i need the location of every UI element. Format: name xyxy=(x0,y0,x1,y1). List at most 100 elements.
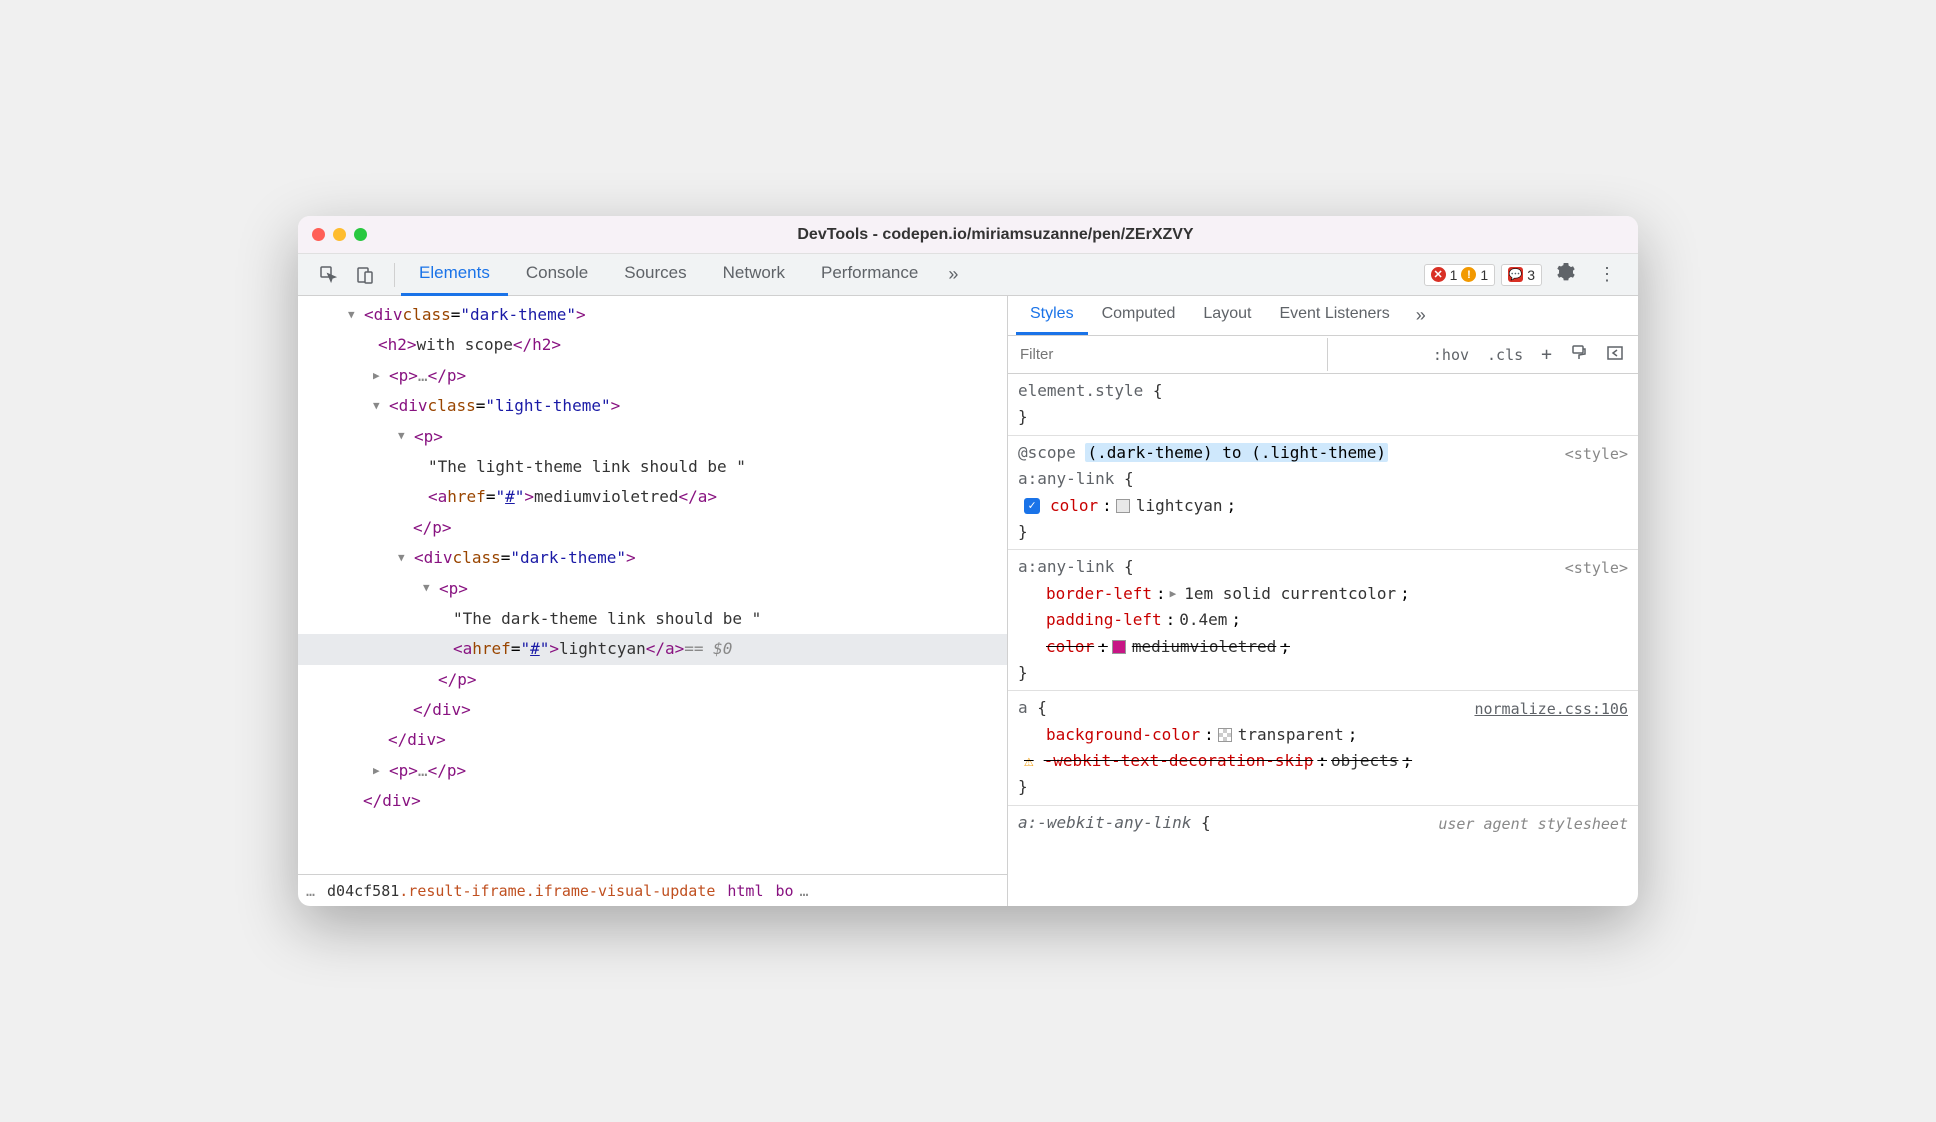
tab-event-listeners[interactable]: Event Listeners xyxy=(1265,296,1403,335)
dom-node[interactable]: ▼<p> xyxy=(298,422,1007,452)
selector: a:any-link xyxy=(1018,469,1114,488)
collapsed-content: … xyxy=(418,361,428,391)
dom-node[interactable]: </div> xyxy=(298,695,1007,725)
styles-rules[interactable]: element.style { } <style> @scope (.dark-… xyxy=(1008,374,1638,906)
issues-badge[interactable]: 💬 3 xyxy=(1501,264,1542,286)
breadcrumb-item[interactable]: d04cf581.result-iframe.iframe-visual-upd… xyxy=(321,882,721,900)
dom-node[interactable]: ▼<p> xyxy=(298,574,1007,604)
dom-node[interactable]: ▶<p>…</p> xyxy=(298,361,1007,391)
scope-range: (.dark-theme) to (.light-theme) xyxy=(1085,443,1388,462)
elements-panel: ▼<div class="dark-theme"> <h2>with scope… xyxy=(298,296,1008,906)
tab-styles[interactable]: Styles xyxy=(1016,296,1088,335)
error-count: 1 xyxy=(1450,267,1458,283)
breadcrumb-item[interactable]: html xyxy=(721,882,769,900)
hov-button[interactable]: :hov xyxy=(1425,342,1477,368)
dom-node[interactable]: <a href="#">mediumvioletred</a> xyxy=(298,482,1007,512)
declaration[interactable]: border-left:▶1em solid currentcolor; xyxy=(1018,581,1628,607)
source-link[interactable]: normalize.css:106 xyxy=(1474,697,1628,722)
text-node: with scope xyxy=(417,330,513,360)
inspect-element-icon[interactable] xyxy=(316,262,342,288)
styles-panel: Styles Computed Layout Event Listeners »… xyxy=(1008,296,1638,906)
minimize-button[interactable] xyxy=(333,228,346,241)
text-content: "The dark-theme link should be " xyxy=(453,604,761,634)
source-link[interactable]: <style> xyxy=(1565,442,1628,467)
source-link[interactable]: <style> xyxy=(1565,556,1628,581)
tab-performance[interactable]: Performance xyxy=(803,254,936,296)
color-swatch[interactable] xyxy=(1116,499,1130,513)
filter-input[interactable] xyxy=(1008,338,1328,371)
source-link: user agent stylesheet xyxy=(1438,812,1628,837)
dom-node[interactable]: ▶<p>…</p> xyxy=(298,756,1007,786)
dom-node-selected[interactable]: <a href="#">lightcyan</a> == $0 xyxy=(298,634,1007,664)
tab-elements[interactable]: Elements xyxy=(401,254,508,296)
dom-node[interactable]: </p> xyxy=(298,513,1007,543)
styles-tabs: Styles Computed Layout Event Listeners » xyxy=(1008,296,1638,336)
collapsed-content: … xyxy=(418,756,428,786)
rule-ua[interactable]: user agent stylesheet a:-webkit-any-link… xyxy=(1008,806,1638,840)
dom-node[interactable]: </div> xyxy=(298,725,1007,755)
add-rule-button[interactable]: + xyxy=(1533,340,1560,369)
rule-element-style[interactable]: element.style { } xyxy=(1008,374,1638,436)
devtools-window: DevTools - codepen.io/miriamsuzanne/pen/… xyxy=(298,216,1638,906)
text-content: "The light-theme link should be " xyxy=(428,452,746,482)
window-title: DevTools - codepen.io/miriamsuzanne/pen/… xyxy=(367,226,1624,244)
content-area: ▼<div class="dark-theme"> <h2>with scope… xyxy=(298,296,1638,906)
dom-node[interactable]: ▼<div class="dark-theme"> xyxy=(298,300,1007,330)
breadcrumb-item[interactable]: bo xyxy=(769,882,799,900)
device-toolbar-icon[interactable] xyxy=(352,262,378,288)
separator xyxy=(394,263,395,287)
declaration[interactable]: background-color: transparent; xyxy=(1018,722,1628,748)
color-swatch[interactable] xyxy=(1112,640,1126,654)
selected-marker: == $0 xyxy=(684,634,732,664)
rule-any-link[interactable]: <style> a:any-link { border-left:▶1em so… xyxy=(1008,550,1638,691)
dom-node[interactable]: ▼<div class="dark-theme"> xyxy=(298,543,1007,573)
settings-icon[interactable] xyxy=(1548,262,1584,287)
issue-icon: 💬 xyxy=(1508,267,1523,282)
selector: element.style xyxy=(1018,381,1143,400)
scope-prefix: @scope xyxy=(1018,443,1076,462)
color-swatch[interactable] xyxy=(1218,728,1232,742)
breadcrumb-bar[interactable]: … d04cf581.result-iframe.iframe-visual-u… xyxy=(298,874,1007,906)
dom-text-node[interactable]: "The dark-theme link should be " xyxy=(298,604,1007,634)
kebab-menu-icon[interactable]: ⋮ xyxy=(1590,264,1624,285)
tab-sources[interactable]: Sources xyxy=(606,254,704,296)
tab-computed[interactable]: Computed xyxy=(1088,296,1190,335)
dom-text-node[interactable]: "The light-theme link should be " xyxy=(298,452,1007,482)
href-value: # xyxy=(530,639,540,658)
tab-network[interactable]: Network xyxy=(705,254,803,296)
cls-button[interactable]: .cls xyxy=(1479,342,1531,368)
issues-count: 3 xyxy=(1527,267,1535,283)
close-button[interactable] xyxy=(312,228,325,241)
dom-node[interactable]: ▼<div class="light-theme"> xyxy=(298,391,1007,421)
warning-icon: ! xyxy=(1461,267,1476,282)
dom-node[interactable]: </p> xyxy=(298,665,1007,695)
warning-count: 1 xyxy=(1480,267,1488,283)
checkbox-icon[interactable] xyxy=(1024,498,1040,514)
declaration[interactable]: padding-left: 0.4em; xyxy=(1018,607,1628,633)
declaration-invalid[interactable]: ⚠-webkit-text-decoration-skip: objects; xyxy=(1018,748,1628,774)
selector: a:-webkit-any-link xyxy=(1018,813,1191,832)
main-tabs: Elements Console Sources Network Perform… xyxy=(401,254,970,296)
dom-node[interactable]: </div> xyxy=(298,786,1007,816)
attr-value: dark-theme xyxy=(520,548,616,567)
tab-layout[interactable]: Layout xyxy=(1189,296,1265,335)
tab-console[interactable]: Console xyxy=(508,254,606,296)
main-toolbar: Elements Console Sources Network Perform… xyxy=(298,254,1638,296)
paint-icon[interactable] xyxy=(1562,340,1596,370)
breadcrumb-ellipsis[interactable]: … xyxy=(306,882,321,900)
titlebar: DevTools - codepen.io/miriamsuzanne/pen/… xyxy=(298,216,1638,254)
error-warning-badge[interactable]: ✕ 1 ! 1 xyxy=(1424,264,1496,286)
declaration[interactable]: color: lightcyan; xyxy=(1018,493,1628,519)
rule-a[interactable]: normalize.css:106 a { background-color: … xyxy=(1008,691,1638,806)
traffic-lights xyxy=(312,228,367,241)
dom-tree[interactable]: ▼<div class="dark-theme"> <h2>with scope… xyxy=(298,296,1007,874)
rule-scope[interactable]: <style> @scope (.dark-theme) to (.light-… xyxy=(1008,436,1638,551)
more-tabs-button[interactable]: » xyxy=(936,254,970,296)
computed-sidebar-icon[interactable] xyxy=(1598,340,1632,370)
maximize-button[interactable] xyxy=(354,228,367,241)
breadcrumb-ellipsis[interactable]: … xyxy=(800,882,809,900)
attr-value: dark-theme xyxy=(470,305,566,324)
dom-node[interactable]: <h2>with scope</h2> xyxy=(298,330,1007,360)
more-styles-tabs[interactable]: » xyxy=(1404,296,1438,335)
declaration-overridden[interactable]: color: mediumvioletred; xyxy=(1018,634,1628,660)
